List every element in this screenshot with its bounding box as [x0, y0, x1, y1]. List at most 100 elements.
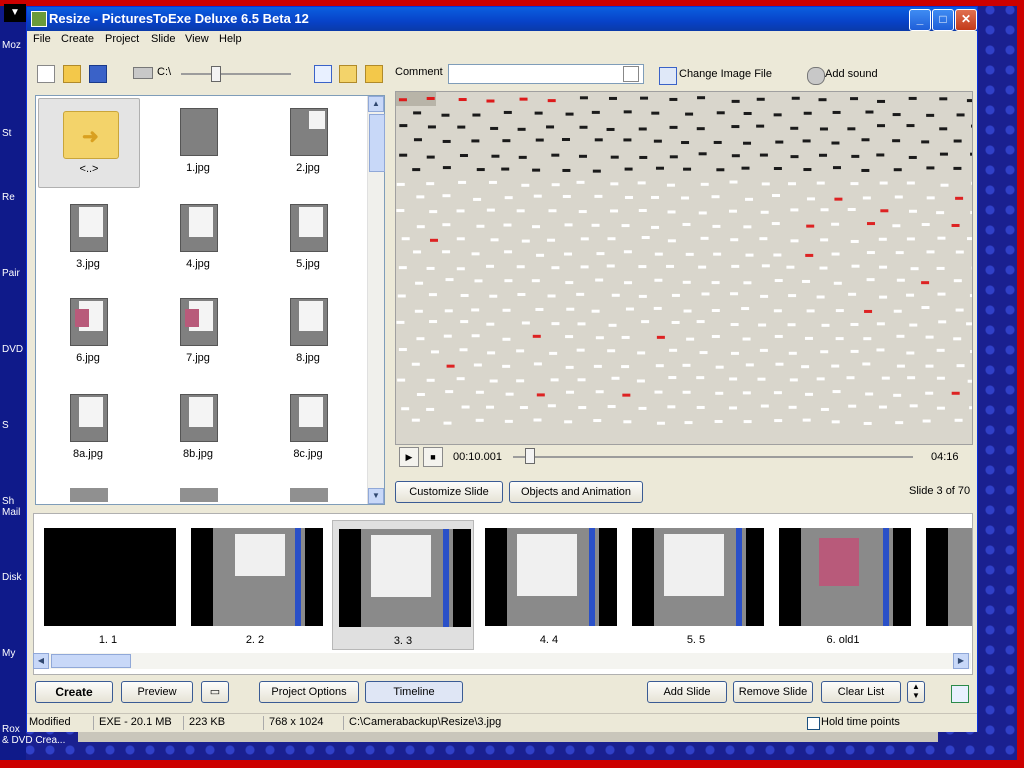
- scroll-thumb[interactable]: [51, 654, 131, 668]
- folder-browse-icon[interactable]: [339, 65, 357, 83]
- slide-item[interactable]: [920, 520, 972, 648]
- status-modified: Modified: [29, 716, 71, 728]
- file-item[interactable]: 8a.jpg: [38, 384, 138, 472]
- timeline-slider[interactable]: [513, 456, 913, 458]
- preview-button[interactable]: Preview: [121, 681, 193, 703]
- zoom-slider-thumb[interactable]: [211, 66, 221, 82]
- desktop-label[interactable]: My: [2, 648, 15, 659]
- fullscreen-preview-icon[interactable]: ▭: [201, 681, 229, 703]
- desktop-label[interactable]: Moz: [2, 40, 21, 51]
- file-item[interactable]: 3.jpg: [38, 194, 138, 282]
- folder-up-icon[interactable]: [365, 65, 383, 83]
- add-sound-button[interactable]: Add sound: [825, 68, 878, 80]
- close-icon[interactable]: ✕: [955, 9, 977, 31]
- menu-project[interactable]: Project: [105, 33, 139, 45]
- remove-slide-button[interactable]: Remove Slide: [733, 681, 813, 703]
- browser-scrollbar[interactable]: ▲ ▼: [367, 96, 385, 504]
- slide-item[interactable]: 2. 2: [185, 520, 325, 648]
- menu-slide[interactable]: Slide: [151, 33, 175, 45]
- desktop-label[interactable]: Re: [2, 192, 15, 203]
- slide-item[interactable]: 1. 1: [38, 520, 178, 648]
- player-bar: ▶ ■ 00:10.001 04:16: [395, 445, 971, 469]
- change-image-button[interactable]: Change Image File: [679, 68, 772, 80]
- current-time: 00:10.001: [453, 451, 502, 463]
- hold-time-points-checkbox[interactable]: [807, 717, 820, 730]
- maximize-icon[interactable]: □: [932, 9, 954, 31]
- file-item[interactable]: 7.jpg: [148, 288, 248, 376]
- file-item[interactable]: 5.jpg: [258, 194, 358, 282]
- slide-label: 6. old1: [826, 634, 860, 646]
- desktop-label[interactable]: Disk: [2, 572, 21, 583]
- zoom-slider-track[interactable]: [181, 73, 291, 75]
- file-thumbnail: [290, 394, 328, 442]
- slide-preview[interactable]: [395, 91, 973, 445]
- spin-icon[interactable]: ▲ ▼: [907, 681, 925, 703]
- scroll-right-icon[interactable]: ▶: [953, 653, 969, 669]
- customize-slide-button[interactable]: Customize Slide: [395, 481, 503, 503]
- add-slide-button[interactable]: Add Slide: [647, 681, 727, 703]
- slide-thumbnail: [485, 528, 617, 626]
- desktop-label[interactable]: Sh Mail: [2, 496, 20, 518]
- menu-view[interactable]: View: [185, 33, 209, 45]
- project-options-button[interactable]: Project Options: [259, 681, 359, 703]
- slide-item[interactable]: 4. 4: [479, 520, 619, 648]
- desktop-menu-arrow-icon[interactable]: ▼: [4, 4, 26, 22]
- create-button[interactable]: Create: [35, 681, 113, 703]
- clear-list-button[interactable]: Clear List: [821, 681, 901, 703]
- file-browser[interactable]: ➜ <..> 1.jpg 2.jpg 3.jpg 4.jpg 5.jpg 6.j…: [35, 95, 385, 505]
- file-item[interactable]: 2.jpg: [258, 98, 358, 186]
- file-item[interactable]: 8.jpg: [258, 288, 358, 376]
- file-item[interactable]: 4.jpg: [148, 194, 248, 282]
- scroll-left-icon[interactable]: ◀: [33, 653, 49, 669]
- slide-item[interactable]: 6. old1: [773, 520, 913, 648]
- scroll-down-icon[interactable]: ▼: [368, 488, 384, 504]
- timeline-slider-thumb[interactable]: [525, 448, 535, 464]
- desktop-label[interactable]: Pair: [2, 268, 20, 279]
- menu-create[interactable]: Create: [61, 33, 94, 45]
- file-item[interactable]: 1.jpg: [148, 98, 248, 186]
- slide-thumbnail: [191, 528, 323, 626]
- window-icon[interactable]: [314, 65, 332, 83]
- title-bar[interactable]: Resize - PicturesToExe Deluxe 6.5 Beta 1…: [27, 7, 977, 31]
- save-icon[interactable]: [89, 65, 107, 83]
- file-item[interactable]: 6.jpg: [38, 288, 138, 376]
- folder-up-item[interactable]: ➜ <..>: [38, 98, 140, 188]
- status-exe-size: EXE - 20.1 MB: [99, 716, 172, 728]
- open-folder-icon[interactable]: [63, 65, 81, 83]
- desktop-label[interactable]: DVD: [2, 344, 23, 355]
- menu-bar: File Create Project Slide View Help: [27, 31, 977, 49]
- slide-list-scrollbar[interactable]: ◀ ▶: [33, 653, 971, 669]
- objects-animation-button[interactable]: Objects and Animation: [509, 481, 643, 503]
- timeline-button[interactable]: Timeline: [365, 681, 463, 703]
- file-thumbnail: [290, 298, 328, 346]
- window-restore-icon[interactable]: [951, 685, 969, 703]
- file-item[interactable]: 8b.jpg: [148, 384, 248, 472]
- slide-item[interactable]: 5. 5: [626, 520, 766, 648]
- slide-item[interactable]: 3. 3: [332, 520, 474, 650]
- stop-icon[interactable]: ■: [423, 447, 443, 467]
- file-label: 1.jpg: [186, 162, 210, 174]
- menu-help[interactable]: Help: [219, 33, 242, 45]
- comment-input[interactable]: [448, 64, 644, 84]
- desktop-label[interactable]: S: [2, 420, 9, 431]
- play-icon[interactable]: ▶: [399, 447, 419, 467]
- comment-edit-icon[interactable]: [623, 66, 639, 82]
- toolbar: C:\ Comment Change Image File Add sound: [27, 51, 977, 91]
- change-image-icon[interactable]: [659, 67, 677, 85]
- comment-label: Comment: [395, 66, 443, 78]
- file-item[interactable]: 8c.jpg: [258, 384, 358, 472]
- minimize-icon[interactable]: _: [909, 9, 931, 31]
- scroll-up-icon[interactable]: ▲: [368, 96, 384, 112]
- desktop-label[interactable]: St: [2, 128, 11, 139]
- drive-icon[interactable]: [133, 67, 153, 79]
- file-label: 4.jpg: [186, 258, 210, 270]
- file-label: 3.jpg: [76, 258, 100, 270]
- status-separator: [263, 716, 264, 730]
- new-icon[interactable]: [37, 65, 55, 83]
- file-thumbnail: [290, 204, 328, 252]
- slide-list[interactable]: 1. 1 2. 2 3. 3 4. 4 5. 5 6. old1: [33, 513, 973, 675]
- file-thumbnail: [180, 394, 218, 442]
- scroll-thumb[interactable]: [369, 114, 385, 172]
- menu-file[interactable]: File: [33, 33, 51, 45]
- speaker-icon[interactable]: [807, 67, 825, 85]
